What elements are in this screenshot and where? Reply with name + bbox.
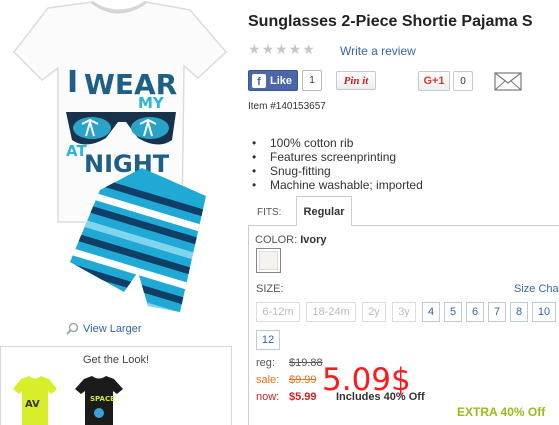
swatch-fill [259, 251, 278, 270]
color-swatch-ivory[interactable] [256, 248, 281, 273]
look-thumb-text: SPACE [90, 395, 115, 403]
look-thumb-2[interactable]: SPACE [75, 375, 123, 425]
facebook-like-button[interactable]: f Like [248, 70, 298, 91]
feature-item: Machine washable; imported [252, 178, 423, 192]
size-option[interactable]: 6-12m [256, 302, 300, 322]
pinterest-pin-button[interactable]: Pin it [336, 71, 376, 90]
get-the-look-panel: Get the Look! AV SPACE [0, 346, 232, 425]
feature-item: Features screenprinting [252, 150, 423, 164]
item-number: Item #140153657 [248, 101, 326, 112]
now-value: $5.99 [289, 391, 317, 403]
size-option[interactable]: 4 [422, 302, 440, 322]
color-label: COLOR: Ivory [255, 234, 327, 246]
facebook-like-count: 1 [302, 70, 322, 91]
size-option[interactable]: 6 [466, 302, 484, 322]
sale-label: sale: [256, 374, 280, 386]
regular-price: reg: $19.88 [256, 357, 323, 369]
star-icon: ★ [261, 41, 275, 57]
size-label: SIZE: [256, 283, 284, 295]
facebook-like-label: Like [270, 74, 293, 87]
size-option[interactable]: 7 [488, 302, 506, 322]
google-plus-count: 0 [453, 71, 473, 91]
star-icon: ★ [302, 41, 315, 57]
facebook-icon: f [252, 73, 266, 88]
fits-label: FITS: [257, 207, 282, 218]
write-review-link[interactable]: Write a review [340, 44, 416, 58]
feature-item: 100% cotton rib [252, 136, 423, 150]
get-the-look-title: Get the Look! [82, 354, 150, 366]
view-larger-link[interactable]: View Larger [66, 322, 142, 335]
yellow-shirt-thumbnail: AV [13, 376, 57, 425]
extra-off-banner: EXTRA 40% Off [457, 405, 546, 419]
svg-text:MY: MY [138, 94, 165, 112]
star-icon: ★ [288, 41, 302, 57]
reg-label: reg: [256, 357, 275, 369]
svg-text:I: I [67, 65, 78, 100]
overlay-price-annotation: 5.09$ [322, 362, 411, 398]
rating-stars[interactable]: ★ ★ ★ ★ ★ [248, 42, 315, 56]
star-icon: ★ [248, 41, 261, 57]
star-icon: ★ [275, 41, 288, 57]
size-chart-link[interactable]: Size Cha [514, 283, 559, 295]
svg-text:AV: AV [25, 399, 40, 410]
look-thumb-1[interactable]: AV [13, 375, 57, 425]
size-option[interactable]: 3y [392, 302, 416, 322]
magnifier-icon [66, 322, 79, 335]
sale-price: sale: $9.99 [256, 374, 317, 386]
size-option[interactable]: 8 [510, 302, 528, 322]
color-label-text: COLOR: [255, 234, 298, 246]
feature-item: Snug-fitting [252, 164, 423, 178]
size-option[interactable]: 2y [362, 302, 386, 322]
product-title: Sunglasses 2-Piece Shortie Pajama S [248, 13, 533, 30]
email-icon[interactable] [494, 72, 522, 91]
google-plus-button[interactable]: G+1 [418, 71, 450, 91]
svg-text:NIGHT: NIGHT [84, 150, 170, 178]
pajama-illustration: I WEAR MY AT NIGHT [13, 0, 228, 312]
fit-tab-regular[interactable]: Regular [296, 196, 352, 226]
size-option[interactable]: 12 [256, 330, 280, 350]
black-shirt-thumbnail: SPACE [75, 376, 123, 425]
size-option[interactable]: 5 [444, 302, 462, 322]
sale-value: $9.99 [289, 374, 317, 386]
feature-list: 100% cotton rib Features screenprinting … [252, 136, 423, 192]
size-option[interactable]: 18-24m [306, 302, 356, 322]
reg-value: $19.88 [289, 357, 323, 369]
size-option[interactable]: 10 [532, 302, 556, 322]
now-price: now: $5.99 Includes 40% Off [256, 391, 425, 403]
product-image[interactable]: I WEAR MY AT NIGHT [0, 0, 240, 318]
now-label: now: [256, 391, 280, 403]
view-larger-label: View Larger [83, 322, 142, 335]
selected-color-name: Ivory [300, 234, 327, 246]
